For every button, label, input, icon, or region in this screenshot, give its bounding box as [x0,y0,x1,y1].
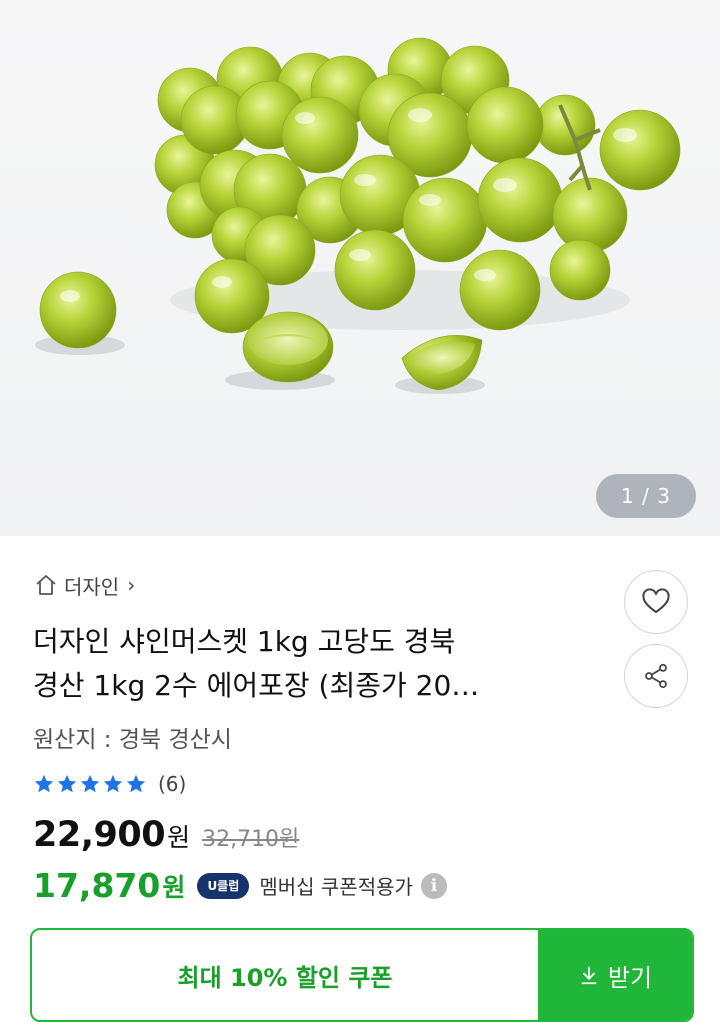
star-icon [34,774,54,793]
member-price-label: 멤버십 쿠폰적용가 [259,875,413,899]
info-icon[interactable]: i [420,872,447,899]
uclub-badge: U클럽 [197,872,250,899]
coupon-banner: 최대 10% 할인 쿠폰 받기 [30,928,694,1022]
like-button[interactable] [624,570,688,634]
price-row: 22,900 원 32,710원 [33,815,299,855]
chevron-right-icon: › [127,573,136,597]
coupon-label: 최대 10% 할인 쿠폰 [177,963,393,992]
sale-price: 22,900 [33,815,166,855]
star-icon [80,774,100,793]
seller-name: 더자인 [64,574,120,599]
heart-icon [642,588,670,614]
star-icon [126,774,146,793]
download-icon [581,966,597,985]
share-icon [645,663,667,689]
product-title: 더자인 샤인머스켓 1kg 고당도 경북 경산 1kg 2수 에어포장 (최종가… [33,620,593,708]
product-title-line2: 경산 1kg 2수 에어포장 (최종가 20… [33,669,480,702]
image-counter: 1 / 3 [596,474,696,518]
original-price: 32,710원 [202,827,300,852]
seller-link[interactable]: 더자인 › [34,570,135,600]
star-icon [57,774,77,793]
grape-photo [35,37,681,394]
sale-price-unit: 원 [167,823,191,852]
share-button[interactable] [624,644,688,708]
rating[interactable]: (6) [33,772,186,796]
home-icon [36,575,56,595]
product-image[interactable]: 1 / 3 [0,0,720,536]
member-price-row: 17,870 원 U클럽 멤버십 쿠폰적용가 i [33,866,447,905]
coupon-download-button[interactable]: 받기 [531,930,692,1020]
member-price: 17,870 [33,866,161,905]
product-title-line1: 더자인 샤인머스켓 1kg 고당도 경북 [33,625,456,658]
rating-stars [33,773,148,795]
origin-text: 원산지 : 경북 경산시 [33,727,232,753]
coupon-button-label: 받기 [607,963,653,992]
star-icon [103,774,123,793]
review-count: (6) [158,772,187,796]
member-price-unit: 원 [162,872,186,902]
